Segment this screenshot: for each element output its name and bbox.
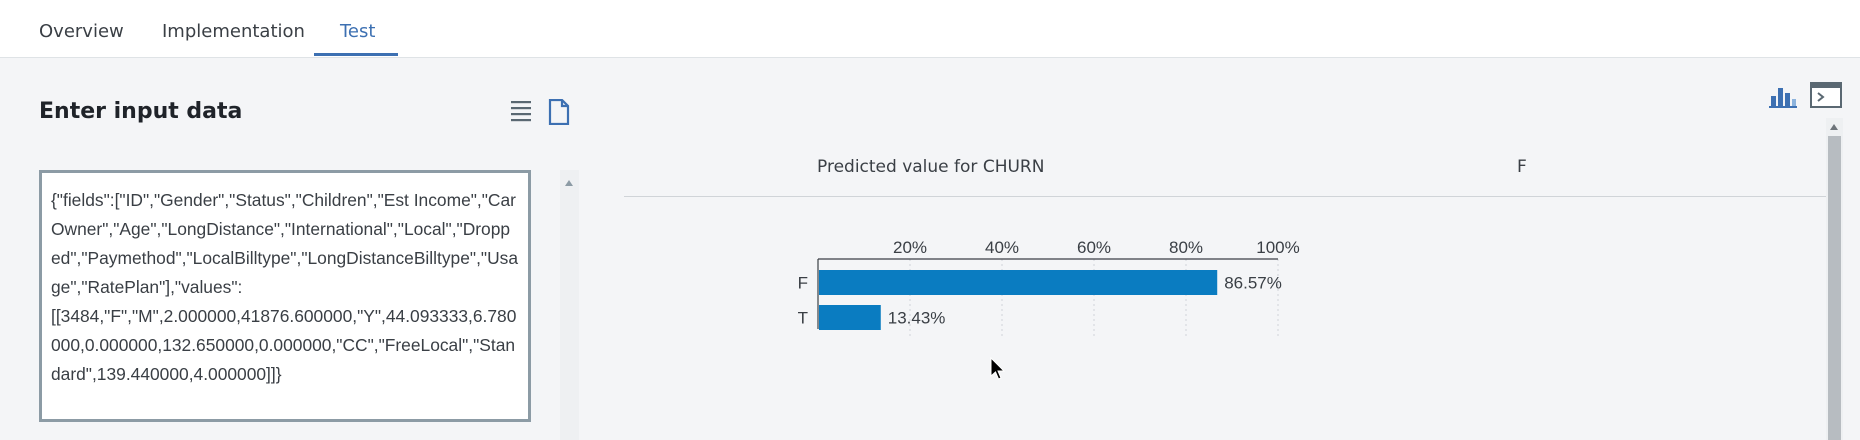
document-icon[interactable] <box>548 98 570 129</box>
prediction-label: Predicted value for CHURN <box>817 157 1045 177</box>
bar-value-label: 86.57% <box>1224 274 1282 293</box>
input-data-textarea[interactable]: {"fields":["ID","Gender","Status","Child… <box>39 170 531 422</box>
x-tick-label: 40% <box>985 238 1019 257</box>
scroll-up-arrow-icon[interactable] <box>1830 124 1838 130</box>
active-tab-indicator <box>314 53 398 56</box>
bar-chart-icon[interactable] <box>1768 84 1798 112</box>
category-label: T <box>798 309 808 328</box>
prediction-probability-chart: 20% 40% 60% 80% 100% F 86.57% T 13.43% <box>798 238 1300 337</box>
tab-bar: Overview Implementation Test <box>0 0 1860 58</box>
x-tick-label: 60% <box>1077 238 1111 257</box>
results-scrollbar[interactable] <box>1826 118 1843 440</box>
scroll-up-arrow-icon[interactable] <box>565 180 573 186</box>
input-scrollbar[interactable] <box>560 170 579 440</box>
result-divider <box>624 196 1828 197</box>
tab-implementation[interactable]: Implementation <box>162 21 305 42</box>
tab-overview[interactable]: Overview <box>39 21 124 42</box>
terminal-icon[interactable] <box>1810 82 1842 112</box>
x-tick-label: 20% <box>893 238 927 257</box>
category-label: F <box>798 274 808 293</box>
input-panel-title: Enter input data <box>39 99 243 124</box>
x-tick-label: 100% <box>1256 238 1299 257</box>
tab-test[interactable]: Test <box>340 21 375 42</box>
bar <box>819 270 1218 295</box>
x-tick-label: 80% <box>1169 238 1203 257</box>
list-icon[interactable] <box>510 99 532 127</box>
mouse-cursor-icon <box>990 356 1006 385</box>
prediction-value: F <box>1517 157 1527 177</box>
scrollbar-thumb[interactable] <box>1828 136 1841 440</box>
bar <box>819 305 881 330</box>
bar-value-label: 13.43% <box>888 309 946 328</box>
